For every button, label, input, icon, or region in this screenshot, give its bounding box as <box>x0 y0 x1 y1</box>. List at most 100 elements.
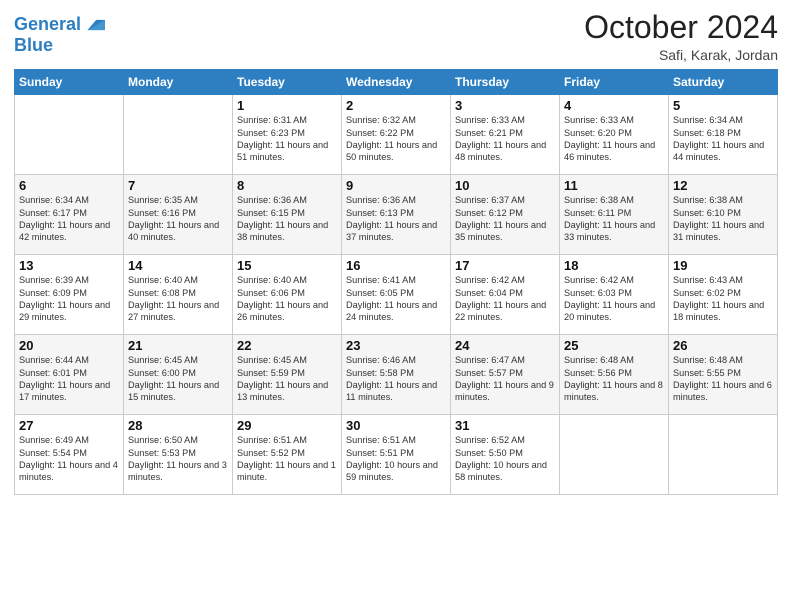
sunset-text: Sunset: 5:52 PM <box>237 447 337 459</box>
sunset-text: Sunset: 5:51 PM <box>346 447 446 459</box>
calendar-cell: 25Sunrise: 6:48 AMSunset: 5:56 PMDayligh… <box>560 335 669 415</box>
daylight-text: Daylight: 11 hours and 26 minutes. <box>237 299 337 324</box>
calendar-cell: 16Sunrise: 6:41 AMSunset: 6:05 PMDayligh… <box>342 255 451 335</box>
day-number: 30 <box>346 418 446 433</box>
sunrise-text: Sunrise: 6:45 AM <box>128 354 228 366</box>
cell-content: Sunrise: 6:51 AMSunset: 5:52 PMDaylight:… <box>237 434 337 484</box>
daylight-text: Daylight: 11 hours and 46 minutes. <box>564 139 664 164</box>
day-number: 4 <box>564 98 664 113</box>
sunrise-text: Sunrise: 6:47 AM <box>455 354 555 366</box>
daylight-text: Daylight: 11 hours and 35 minutes. <box>455 219 555 244</box>
weekday-header-tuesday: Tuesday <box>233 70 342 95</box>
cell-content: Sunrise: 6:40 AMSunset: 6:06 PMDaylight:… <box>237 274 337 324</box>
daylight-text: Daylight: 11 hours and 3 minutes. <box>128 459 228 484</box>
day-number: 17 <box>455 258 555 273</box>
day-number: 9 <box>346 178 446 193</box>
cell-content: Sunrise: 6:41 AMSunset: 6:05 PMDaylight:… <box>346 274 446 324</box>
calendar-week-row: 27Sunrise: 6:49 AMSunset: 5:54 PMDayligh… <box>15 415 778 495</box>
cell-content: Sunrise: 6:40 AMSunset: 6:08 PMDaylight:… <box>128 274 228 324</box>
calendar-cell <box>124 95 233 175</box>
sunset-text: Sunset: 6:02 PM <box>673 287 773 299</box>
sunset-text: Sunset: 6:15 PM <box>237 207 337 219</box>
daylight-text: Daylight: 11 hours and 17 minutes. <box>19 379 119 404</box>
daylight-text: Daylight: 10 hours and 59 minutes. <box>346 459 446 484</box>
cell-content: Sunrise: 6:51 AMSunset: 5:51 PMDaylight:… <box>346 434 446 484</box>
day-number: 19 <box>673 258 773 273</box>
calendar-cell: 17Sunrise: 6:42 AMSunset: 6:04 PMDayligh… <box>451 255 560 335</box>
sunrise-text: Sunrise: 6:50 AM <box>128 434 228 446</box>
day-number: 7 <box>128 178 228 193</box>
weekday-header-thursday: Thursday <box>451 70 560 95</box>
cell-content: Sunrise: 6:38 AMSunset: 6:11 PMDaylight:… <box>564 194 664 244</box>
day-number: 18 <box>564 258 664 273</box>
sunset-text: Sunset: 6:13 PM <box>346 207 446 219</box>
calendar-cell: 1Sunrise: 6:31 AMSunset: 6:23 PMDaylight… <box>233 95 342 175</box>
sunset-text: Sunset: 5:57 PM <box>455 367 555 379</box>
day-number: 28 <box>128 418 228 433</box>
sunrise-text: Sunrise: 6:39 AM <box>19 274 119 286</box>
cell-content: Sunrise: 6:35 AMSunset: 6:16 PMDaylight:… <box>128 194 228 244</box>
day-number: 21 <box>128 338 228 353</box>
weekday-header-wednesday: Wednesday <box>342 70 451 95</box>
sunset-text: Sunset: 6:06 PM <box>237 287 337 299</box>
calendar-cell: 13Sunrise: 6:39 AMSunset: 6:09 PMDayligh… <box>15 255 124 335</box>
daylight-text: Daylight: 11 hours and 20 minutes. <box>564 299 664 324</box>
cell-content: Sunrise: 6:44 AMSunset: 6:01 PMDaylight:… <box>19 354 119 404</box>
daylight-text: Daylight: 11 hours and 24 minutes. <box>346 299 446 324</box>
daylight-text: Daylight: 11 hours and 27 minutes. <box>128 299 228 324</box>
sunrise-text: Sunrise: 6:33 AM <box>455 114 555 126</box>
cell-content: Sunrise: 6:45 AMSunset: 6:00 PMDaylight:… <box>128 354 228 404</box>
day-number: 15 <box>237 258 337 273</box>
sunset-text: Sunset: 6:22 PM <box>346 127 446 139</box>
sunrise-text: Sunrise: 6:41 AM <box>346 274 446 286</box>
day-number: 26 <box>673 338 773 353</box>
daylight-text: Daylight: 11 hours and 44 minutes. <box>673 139 773 164</box>
daylight-text: Daylight: 10 hours and 58 minutes. <box>455 459 555 484</box>
calendar-cell: 26Sunrise: 6:48 AMSunset: 5:55 PMDayligh… <box>669 335 778 415</box>
cell-content: Sunrise: 6:48 AMSunset: 5:56 PMDaylight:… <box>564 354 664 404</box>
sunset-text: Sunset: 6:09 PM <box>19 287 119 299</box>
cell-content: Sunrise: 6:52 AMSunset: 5:50 PMDaylight:… <box>455 434 555 484</box>
calendar-cell: 3Sunrise: 6:33 AMSunset: 6:21 PMDaylight… <box>451 95 560 175</box>
logo-line2: Blue <box>14 36 53 56</box>
calendar-cell: 23Sunrise: 6:46 AMSunset: 5:58 PMDayligh… <box>342 335 451 415</box>
day-number: 22 <box>237 338 337 353</box>
daylight-text: Daylight: 11 hours and 13 minutes. <box>237 379 337 404</box>
month-title: October 2024 <box>584 10 778 45</box>
calendar-cell: 9Sunrise: 6:36 AMSunset: 6:13 PMDaylight… <box>342 175 451 255</box>
calendar-cell: 10Sunrise: 6:37 AMSunset: 6:12 PMDayligh… <box>451 175 560 255</box>
day-number: 20 <box>19 338 119 353</box>
daylight-text: Daylight: 11 hours and 38 minutes. <box>237 219 337 244</box>
sunset-text: Sunset: 5:59 PM <box>237 367 337 379</box>
sunset-text: Sunset: 6:12 PM <box>455 207 555 219</box>
calendar-cell: 14Sunrise: 6:40 AMSunset: 6:08 PMDayligh… <box>124 255 233 335</box>
sunset-text: Sunset: 5:53 PM <box>128 447 228 459</box>
calendar-week-row: 1Sunrise: 6:31 AMSunset: 6:23 PMDaylight… <box>15 95 778 175</box>
calendar-week-row: 20Sunrise: 6:44 AMSunset: 6:01 PMDayligh… <box>15 335 778 415</box>
weekday-header-saturday: Saturday <box>669 70 778 95</box>
sunset-text: Sunset: 6:16 PM <box>128 207 228 219</box>
cell-content: Sunrise: 6:49 AMSunset: 5:54 PMDaylight:… <box>19 434 119 484</box>
sunset-text: Sunset: 6:18 PM <box>673 127 773 139</box>
sunset-text: Sunset: 5:55 PM <box>673 367 773 379</box>
daylight-text: Daylight: 11 hours and 33 minutes. <box>564 219 664 244</box>
day-number: 3 <box>455 98 555 113</box>
calendar-cell: 2Sunrise: 6:32 AMSunset: 6:22 PMDaylight… <box>342 95 451 175</box>
day-number: 23 <box>346 338 446 353</box>
calendar-cell: 4Sunrise: 6:33 AMSunset: 6:20 PMDaylight… <box>560 95 669 175</box>
daylight-text: Daylight: 11 hours and 1 minute. <box>237 459 337 484</box>
calendar-cell: 5Sunrise: 6:34 AMSunset: 6:18 PMDaylight… <box>669 95 778 175</box>
sunrise-text: Sunrise: 6:43 AM <box>673 274 773 286</box>
sunrise-text: Sunrise: 6:33 AM <box>564 114 664 126</box>
day-number: 24 <box>455 338 555 353</box>
calendar-cell: 21Sunrise: 6:45 AMSunset: 6:00 PMDayligh… <box>124 335 233 415</box>
calendar-cell: 29Sunrise: 6:51 AMSunset: 5:52 PMDayligh… <box>233 415 342 495</box>
calendar-cell: 28Sunrise: 6:50 AMSunset: 5:53 PMDayligh… <box>124 415 233 495</box>
sunset-text: Sunset: 6:10 PM <box>673 207 773 219</box>
sunset-text: Sunset: 5:54 PM <box>19 447 119 459</box>
cell-content: Sunrise: 6:33 AMSunset: 6:20 PMDaylight:… <box>564 114 664 164</box>
sunrise-text: Sunrise: 6:49 AM <box>19 434 119 446</box>
daylight-text: Daylight: 11 hours and 4 minutes. <box>19 459 119 484</box>
cell-content: Sunrise: 6:32 AMSunset: 6:22 PMDaylight:… <box>346 114 446 164</box>
calendar-cell: 6Sunrise: 6:34 AMSunset: 6:17 PMDaylight… <box>15 175 124 255</box>
